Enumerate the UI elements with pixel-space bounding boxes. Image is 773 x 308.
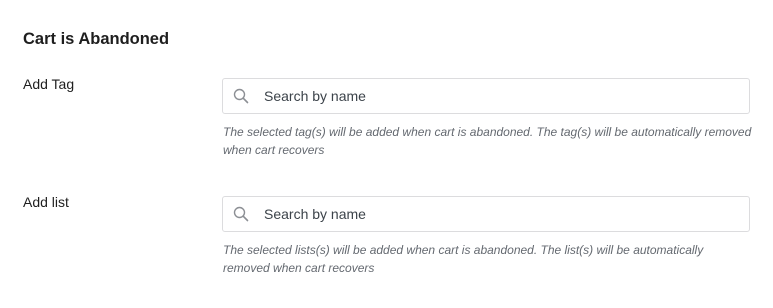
add-list-label: Add list [23, 194, 69, 210]
tag-search-input[interactable] [264, 79, 734, 113]
list-help-text: The selected lists(s) will be added when… [223, 243, 704, 275]
list-search-input[interactable] [264, 197, 734, 231]
tag-help-text: The selected tag(s) will be added when c… [223, 125, 752, 157]
section-title: Cart is Abandoned [23, 30, 170, 48]
search-icon [233, 88, 249, 104]
tag-search-box[interactable] [222, 78, 750, 114]
add-tag-label: Add Tag [23, 76, 75, 92]
search-icon [233, 206, 249, 222]
list-search-box[interactable] [222, 196, 750, 232]
